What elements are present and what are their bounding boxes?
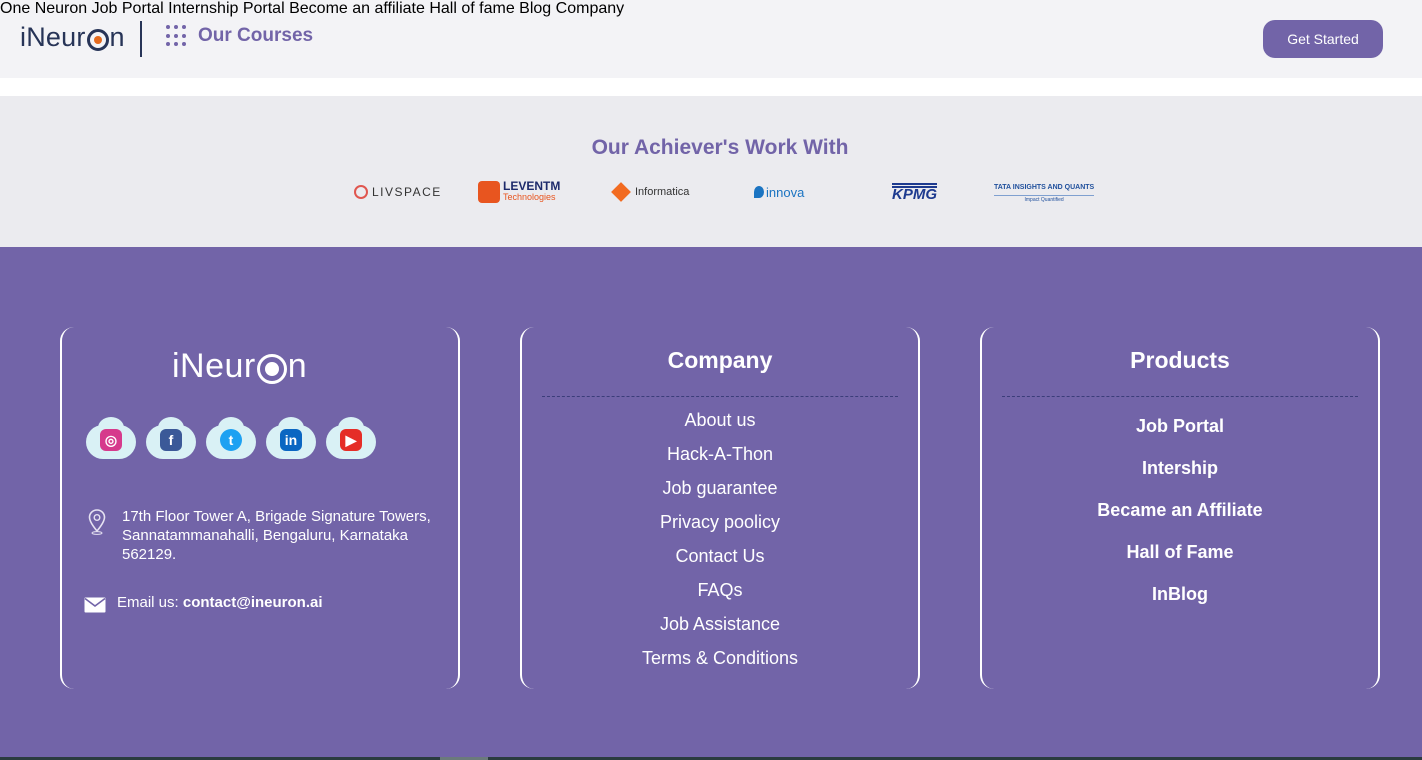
footer-products-card: Products Job Portal Intership Became an … [980,327,1380,689]
innova-icon [754,186,764,198]
nav-become-affiliate[interactable]: Become an affiliate [289,0,425,17]
linkedin-icon: in [280,429,302,451]
linkedin-link[interactable]: in [264,417,318,461]
innova-logo: innova [754,178,804,206]
footer: iNeur n ◎ f t in ▶ 17th Floor Tower A, B… [0,247,1422,760]
footer-brand-card: iNeur n ◎ f t in ▶ 17th Floor Tower A, B… [60,327,460,689]
instagram-icon: ◎ [100,429,122,451]
link-product-affiliate[interactable]: Became an Affiliate [982,489,1378,531]
our-courses-button[interactable]: Our Courses [166,25,313,47]
youtube-link[interactable]: ▶ [324,417,378,461]
link-product-internship[interactable]: Intership [982,447,1378,489]
informatica-logo: Informatica [611,178,689,206]
link-faqs[interactable]: FAQs [522,573,918,607]
footer-logo[interactable]: iNeur n [172,347,307,386]
social-links: ◎ f t in ▶ [84,417,384,461]
leventm-icon [478,181,500,203]
twitter-icon: t [220,429,242,451]
link-contact-us[interactable]: Contact Us [522,539,918,573]
link-job-assistance[interactable]: Job Assistance [522,607,918,641]
nav-blog[interactable]: Blog [519,0,551,17]
company-links: About us Hack-A-Thon Job guarantee Priva… [522,403,918,675]
instagram-link[interactable]: ◎ [84,417,138,461]
tata-iq-logo: TATA INSIGHTS AND QUANTS Impact Quantifi… [994,184,1095,203]
grid-dots-icon [166,25,188,47]
email-prefix: Email us: [117,594,183,611]
products-divider [1002,396,1358,397]
nav-one-neuron[interactable]: One Neuron [0,0,87,17]
link-product-job-portal[interactable]: Job Portal [982,405,1378,447]
logo-ring-icon [86,28,109,51]
link-product-inblog[interactable]: InBlog [982,573,1378,615]
link-terms-conditions[interactable]: Terms & Conditions [522,641,918,675]
link-hackathon[interactable]: Hack-A-Thon [522,437,918,471]
facebook-link[interactable]: f [144,417,198,461]
facebook-icon: f [160,429,182,451]
leventm-logo: LEVENTM Technologies [478,178,560,206]
products-links: Job Portal Intership Became an Affiliate… [982,405,1378,615]
youtube-icon: ▶ [340,429,362,451]
our-courses-label: Our Courses [198,25,314,46]
email-line: Email us: contact@ineuron.ai [117,594,323,611]
nav-internship-portal[interactable]: Internship Portal [168,0,285,17]
email-link[interactable]: contact@ineuron.ai [183,594,323,611]
kpmg-logo: KPMG [892,178,937,206]
livspace-icon [354,185,368,199]
ineuron-logo[interactable]: iNeur n [20,22,125,53]
nav-hall-of-fame[interactable]: Hall of fame [429,0,514,17]
twitter-link[interactable]: t [204,417,258,461]
logo-text-end: n [109,22,125,52]
link-privacy-policy[interactable]: Privacy poolicy [522,505,918,539]
link-product-hall-of-fame[interactable]: Hall of Fame [982,531,1378,573]
products-heading: Products [1130,347,1230,373]
logo-text: iNeur [20,22,86,52]
link-job-guarantee[interactable]: Job guarantee [522,471,918,505]
top-nav: One Neuron Job Portal Internship Portal … [0,0,1422,18]
mail-icon [84,597,106,613]
office-address: 17th Floor Tower A, Brigade Signature To… [122,508,431,563]
header-spacer [0,78,1422,96]
company-divider [542,396,898,397]
footer-logo-ring-icon [256,353,287,384]
get-started-button[interactable]: Get Started [1263,20,1383,58]
nav-company[interactable]: Company [556,0,624,17]
partners-title: Our Achiever's Work With [591,136,849,159]
link-about-us[interactable]: About us [522,403,918,437]
top-header: iNeur n Our Courses One Neuron Job Portal… [0,0,1422,78]
livspace-logo: LIVSPACE [354,178,442,206]
location-pin-icon [88,509,106,535]
informatica-icon [611,182,631,202]
nav-job-portal[interactable]: Job Portal [92,0,164,17]
footer-company-card: Company About us Hack-A-Thon Job guarant… [520,327,920,689]
company-heading: Company [667,347,773,373]
header-divider [140,21,142,57]
